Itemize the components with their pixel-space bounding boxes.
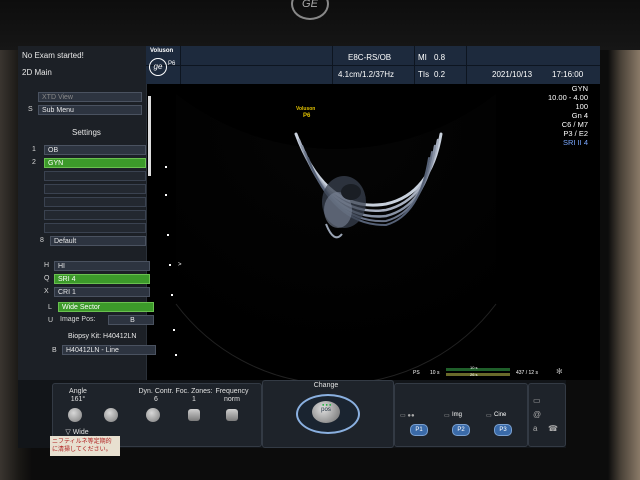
- cine-ps-label: PS: [413, 370, 420, 376]
- param-gain: Gn 4: [571, 111, 588, 120]
- trackball-led-icon: ● ● ●: [322, 402, 332, 407]
- frequency-rocker[interactable]: [226, 409, 238, 421]
- frequency-value: norm: [224, 396, 240, 403]
- default-button[interactable]: Default: [50, 236, 146, 246]
- param-cm: C6 / M7: [561, 120, 588, 129]
- mode-label: 2D Main: [22, 68, 52, 77]
- default-key: 8: [40, 237, 44, 244]
- image-pos-label: Image Pos:: [60, 316, 96, 323]
- tis-label: TIs: [418, 70, 430, 79]
- grayscale-bar: [148, 96, 151, 176]
- trackball-label: pos: [321, 407, 331, 413]
- foc-zones-rocker[interactable]: [188, 409, 200, 421]
- cine-frame: 437 / 12 s: [516, 370, 538, 376]
- ultrasound-image: >: [148, 94, 497, 380]
- header-bar: Voluson P6 E8C-RS/OB MI 0.8 4.1cm/1.2/37…: [146, 46, 600, 84]
- image-pos-key: U: [48, 317, 54, 324]
- probe-label: E8C-RS/OB: [348, 53, 392, 62]
- wide-sector-key: L: [48, 304, 52, 311]
- wide-sector-button[interactable]: Wide Sector: [58, 302, 154, 312]
- date-readout: 2021/10/13: [492, 70, 533, 79]
- snowflake-icon[interactable]: ✻: [556, 367, 563, 376]
- settings-slot-3[interactable]: [44, 171, 146, 181]
- sticker-line-1: ニフティルネ等定期的: [52, 439, 112, 445]
- monitor-icon[interactable]: ▭: [533, 396, 541, 405]
- knob-2[interactable]: [104, 408, 118, 422]
- exam-status: No Exam started!: [22, 51, 84, 60]
- settings-ob-button[interactable]: OB: [44, 145, 146, 155]
- phone-icon[interactable]: ☎: [548, 424, 558, 433]
- settings-gyn-button[interactable]: GYN: [44, 158, 146, 168]
- settings-key-1: 1: [32, 146, 36, 153]
- sri-button[interactable]: SRI 4: [54, 274, 150, 284]
- hi-key: H: [44, 262, 50, 269]
- settings-key-2: 2: [32, 159, 36, 166]
- cri-button[interactable]: CRI 1: [54, 287, 150, 297]
- angle-knob[interactable]: [68, 408, 82, 422]
- foc-zones-value: 1: [192, 396, 196, 403]
- img-label: Img: [452, 412, 463, 418]
- ge-logo-icon: ge: [149, 58, 167, 76]
- dyn-contr-value: 6: [154, 396, 158, 403]
- img-icon: ▭: [444, 413, 450, 419]
- mi-value: 0.8: [434, 53, 446, 62]
- cri-key: X: [44, 288, 49, 295]
- sticker-line-2: に清掃してください。: [52, 447, 112, 453]
- settings-title: Settings: [72, 128, 101, 137]
- sub-menu-button[interactable]: Sub Menu: [38, 105, 142, 115]
- change-label: Change: [313, 382, 339, 389]
- image-brand-label: Voluson: [296, 106, 316, 112]
- time-readout: 17:16:00: [552, 70, 584, 79]
- hi-button[interactable]: HI: [54, 261, 150, 271]
- angle-label: Angle: [69, 388, 87, 395]
- xtd-view-button[interactable]: XTD View: [38, 92, 142, 102]
- cine-time-3: 26 s: [470, 372, 478, 377]
- a-icon[interactable]: a: [533, 424, 537, 433]
- maintenance-sticker: ニフティルネ等定期的 に清掃してください。: [50, 436, 120, 456]
- frequency-label: Frequency: [215, 388, 249, 395]
- settings-slot-5[interactable]: [44, 197, 146, 207]
- header-brand: Voluson: [150, 48, 174, 54]
- wide-label: ▽ Wide: [65, 429, 89, 436]
- p3-button[interactable]: P3: [494, 424, 512, 436]
- param-power: 100: [575, 102, 588, 111]
- sri-key: Q: [44, 275, 50, 282]
- biopsy-kit-title: Biopsy Kit: H40412LN: [68, 333, 137, 340]
- settings-slot-4[interactable]: [44, 184, 146, 194]
- cine-bar-2: [446, 373, 510, 376]
- mi-label: MI: [418, 53, 427, 62]
- depth-readout: 4.1cm/1.2/37Hz: [338, 70, 395, 79]
- param-sri: SRI II 4: [562, 138, 588, 147]
- svg-text:>: >: [178, 262, 182, 268]
- p2-button[interactable]: P2: [452, 424, 470, 436]
- tis-value: 0.2: [434, 70, 446, 79]
- cine-icon: ▭: [486, 413, 492, 419]
- imaging-params: GYN 10.00 - 4.00 100 Gn 4 C6 / M7 P3 / E…: [548, 84, 588, 147]
- dyn-contr-knob[interactable]: [146, 408, 160, 422]
- dyn-contr-label: Dyn. Contr.: [138, 388, 174, 395]
- angle-value: 161°: [70, 396, 86, 403]
- settings-slot-6[interactable]: [44, 210, 146, 220]
- cine-label: Cine: [494, 412, 507, 418]
- biopsy-key: B: [52, 347, 57, 354]
- save-icon: ▭ ●●: [400, 413, 415, 419]
- cine-time-2: 10 s: [470, 365, 478, 370]
- cine-time-1: 10 s: [430, 370, 440, 376]
- cine-bar-1: [446, 368, 510, 371]
- param-range: 10.00 - 4.00: [547, 93, 588, 102]
- param-preset: GYN: [571, 84, 588, 93]
- biopsy-line-button[interactable]: H40412LN - Line: [62, 345, 156, 355]
- settings-slot-7[interactable]: [44, 223, 146, 233]
- sub-menu-key: S: [28, 106, 33, 113]
- depth-markers: [165, 166, 177, 356]
- foc-zones-label: Foc. Zones:: [175, 388, 213, 395]
- at-icon[interactable]: @: [533, 410, 541, 419]
- header-model: P6: [168, 61, 176, 67]
- image-model-label: P6: [303, 113, 311, 119]
- param-pe: P3 / E2: [563, 129, 588, 138]
- p1-button[interactable]: P1: [410, 424, 428, 436]
